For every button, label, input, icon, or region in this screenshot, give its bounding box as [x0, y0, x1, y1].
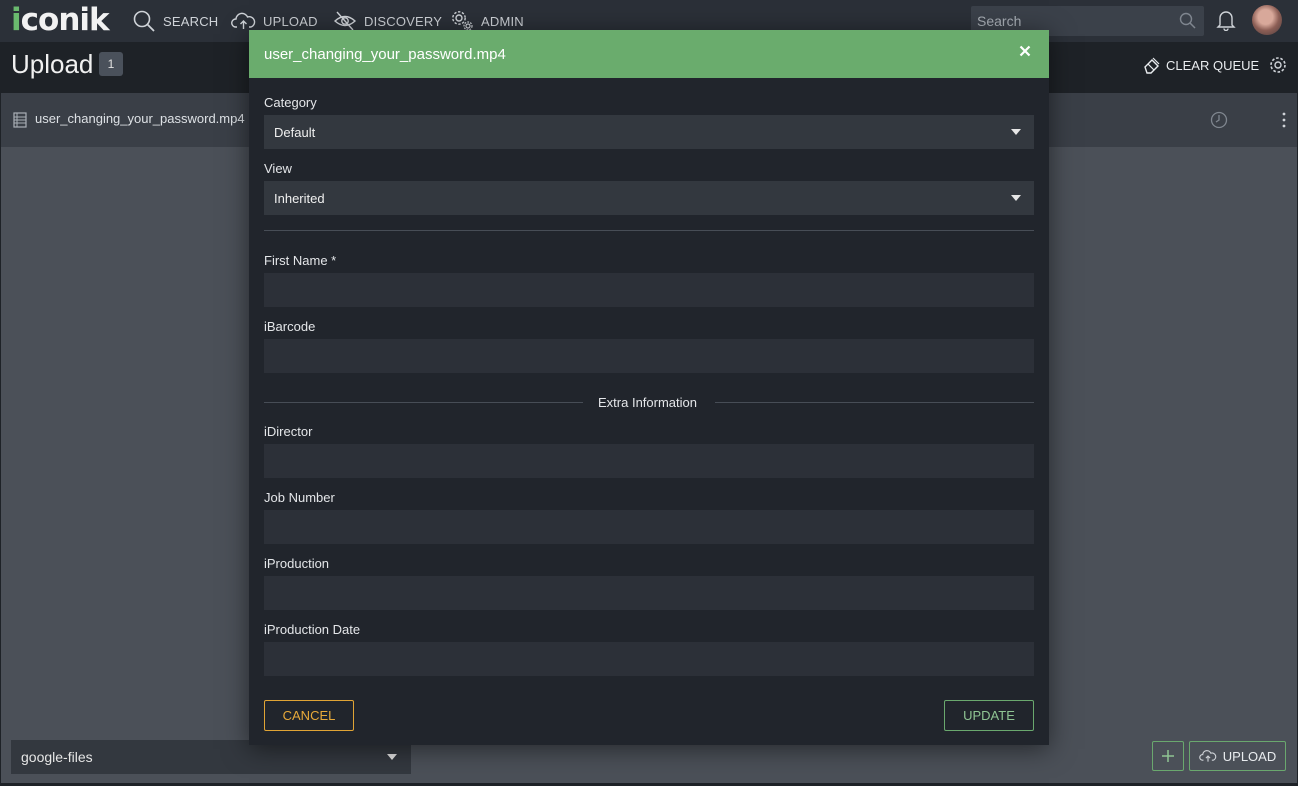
category-select[interactable]: Default	[264, 115, 1034, 149]
clock-icon	[1210, 111, 1228, 129]
cancel-button[interactable]: CANCEL	[264, 700, 354, 731]
ibarcode-label: iBarcode	[264, 319, 316, 334]
section-divider-right	[715, 402, 1034, 403]
category-label: Category	[264, 95, 317, 110]
view-select-value: Inherited	[274, 191, 325, 206]
nav-discovery-label: DISCOVERY	[364, 13, 443, 29]
idirector-field[interactable]	[264, 444, 1034, 478]
job-number-field[interactable]	[264, 510, 1034, 544]
search-icon	[133, 10, 155, 32]
modal-title: user_changing_your_password.mp4	[264, 46, 506, 63]
iproduction-label: iProduction	[264, 556, 330, 571]
nav-search[interactable]: SEARCH	[132, 8, 218, 34]
cloud-upload-icon	[1199, 750, 1217, 762]
chevron-down-icon	[387, 754, 397, 760]
settings-gear-icon[interactable]	[1269, 56, 1287, 74]
cloud-upload-icon	[231, 12, 256, 29]
first-name-label: First Name *	[264, 253, 337, 268]
more-options-icon[interactable]	[1281, 111, 1287, 129]
queue-count-badge: 1	[99, 52, 123, 76]
video-file-icon	[13, 112, 27, 128]
storage-select[interactable]: google-files	[11, 740, 411, 774]
eraser-icon	[1144, 57, 1160, 74]
ibarcode-field[interactable]	[264, 339, 1034, 373]
clear-queue-button[interactable]: CLEAR QUEUE	[1143, 54, 1259, 76]
category-select-value: Default	[274, 125, 316, 140]
search-icon	[1179, 12, 1196, 29]
chevron-down-icon	[1011, 129, 1021, 135]
job-number-label: Job Number	[264, 490, 335, 505]
section-divider-left	[264, 402, 583, 403]
chevron-down-icon	[1011, 195, 1021, 201]
upload-button-label: UPLOAD	[1222, 748, 1277, 764]
form-divider	[264, 230, 1034, 231]
idirector-label: iDirector	[264, 424, 313, 439]
storage-select-value: google-files	[21, 749, 93, 765]
view-select[interactable]: Inherited	[264, 181, 1034, 215]
metadata-modal: user_changing_your_password.mp4 Category…	[249, 30, 1049, 745]
iconik-logo[interactable]: iconik	[11, 2, 110, 38]
nav-upload-label: UPLOAD	[263, 13, 318, 29]
upload-button[interactable]: UPLOAD	[1189, 741, 1286, 771]
plus-icon	[1162, 750, 1174, 762]
modal-header: user_changing_your_password.mp4	[249, 30, 1049, 78]
first-name-field[interactable]	[264, 273, 1034, 307]
extra-information-heading: Extra Information	[598, 395, 697, 410]
iproduction-date-field[interactable]	[264, 642, 1034, 676]
close-icon[interactable]	[1019, 45, 1031, 57]
iproduction-field[interactable]	[264, 576, 1034, 610]
nav-search-label: SEARCH	[163, 13, 219, 29]
update-button[interactable]: UPDATE	[944, 700, 1034, 731]
nav-admin-label: ADMIN	[481, 13, 524, 29]
queue-item-name: user_changing_your_password.mp4	[35, 111, 245, 126]
page-title: Upload	[11, 49, 94, 79]
clear-queue-label: CLEAR QUEUE	[1166, 57, 1260, 73]
notifications-bell-icon[interactable]	[1216, 9, 1236, 31]
view-label: View	[264, 161, 292, 176]
user-avatar[interactable]	[1252, 5, 1282, 35]
iproduction-date-label: iProduction Date	[264, 622, 361, 637]
add-button[interactable]	[1152, 741, 1184, 771]
search-placeholder: Search	[977, 13, 1022, 29]
